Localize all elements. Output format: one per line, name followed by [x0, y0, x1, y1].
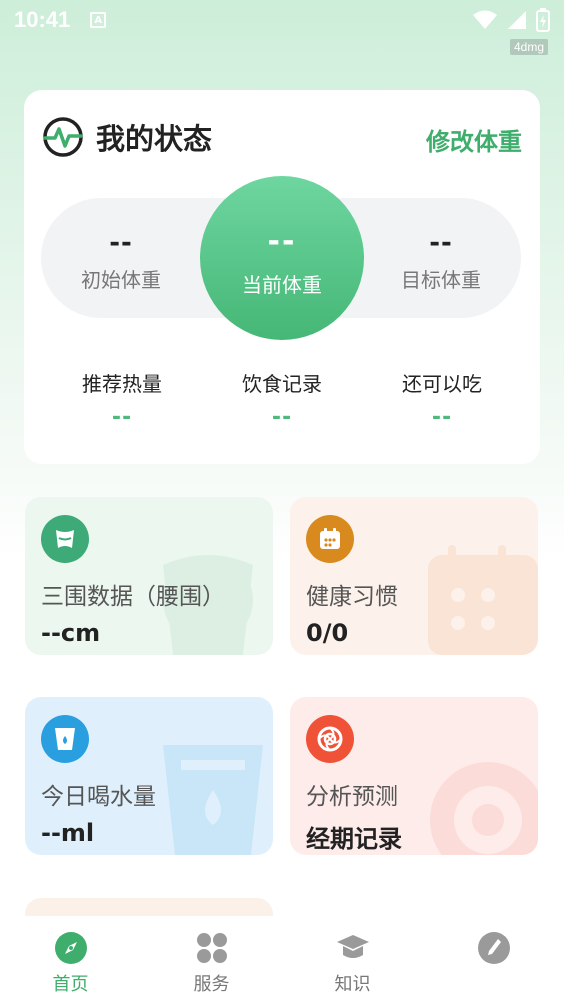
stat-value: -- — [431, 405, 453, 430]
remaining-calories: 还可以吃 -- — [362, 368, 522, 430]
stat-label: 饮食记录 — [242, 372, 322, 396]
tab-knowledge[interactable]: 知识 — [282, 916, 423, 1004]
period-label: 分析预测 — [306, 784, 398, 810]
initial-weight: -- 初始体重 — [41, 228, 201, 293]
grid-icon — [196, 933, 227, 963]
heartbeat-icon — [43, 117, 83, 157]
watermark: 4dmg — [509, 39, 548, 55]
tab-knowledge-label: 知识 — [334, 974, 371, 995]
health-habit-tile[interactable]: 健康习惯 0/0 — [290, 497, 538, 655]
habit-value: 0/0 — [306, 619, 349, 647]
calendar-icon — [306, 515, 354, 563]
water-intake-tile[interactable]: 今日喝水量 --ml — [25, 697, 273, 855]
water-label: 今日喝水量 — [41, 784, 156, 810]
stat-value: -- — [271, 405, 293, 430]
calendar-decoration-icon — [428, 545, 538, 655]
tab-discover[interactable] — [423, 916, 564, 1004]
wifi-icon — [473, 10, 497, 29]
cup-decoration-icon — [163, 745, 263, 855]
recommended-calories: 推荐热量 -- — [42, 368, 202, 430]
waist-value: --cm — [41, 619, 101, 647]
tab-service[interactable]: 服务 — [141, 916, 282, 1004]
flower-icon — [306, 715, 354, 763]
tab-home-label: 首页 — [52, 974, 89, 995]
habit-label: 健康习惯 — [306, 584, 398, 610]
water-cup-icon — [41, 715, 89, 763]
target-weight-value: -- — [429, 228, 453, 258]
waist-measurement-tile[interactable]: 三围数据（腰围） --cm — [25, 497, 273, 655]
target-weight-label: 目标体重 — [401, 268, 481, 292]
signal-icon — [508, 11, 526, 29]
water-value: --ml — [41, 819, 95, 847]
calorie-stats: 推荐热量 -- 饮食记录 -- 还可以吃 -- — [42, 368, 522, 430]
initial-weight-value: -- — [109, 228, 133, 258]
status-card-title: 我的状态 — [96, 122, 213, 156]
stat-value: -- — [111, 405, 133, 430]
tab-home[interactable]: 首页 — [0, 916, 141, 1004]
tab-service-label: 服务 — [193, 974, 230, 995]
flower-decoration-icon — [430, 762, 538, 855]
period-record-tile[interactable]: 分析预测 经期记录 — [290, 697, 538, 855]
waist-icon — [41, 515, 89, 563]
battery-icon — [536, 8, 550, 32]
initial-weight-label: 初始体重 — [81, 268, 161, 292]
graduation-cap-icon — [336, 935, 369, 958]
waist-label: 三围数据（腰围） — [41, 584, 225, 610]
status-icons — [472, 8, 550, 32]
pen-icon — [477, 932, 510, 964]
edit-weight-button[interactable]: 修改体重 — [426, 122, 522, 157]
target-weight[interactable]: -- 目标体重 — [361, 228, 521, 293]
my-status-card: 我的状态 修改体重 -- 初始体重 -- 目标体重 -- 当前体重 推荐热量 -… — [24, 90, 540, 464]
period-value: 经期记录 — [306, 825, 402, 853]
status-time: 10:41 — [14, 7, 71, 32]
bottom-tab-bar: 首页 服务 知识 — [0, 916, 564, 1004]
stat-label: 推荐热量 — [82, 372, 162, 396]
stat-label: 还可以吃 — [402, 372, 482, 396]
diet-record[interactable]: 饮食记录 -- — [202, 368, 362, 430]
compass-icon — [54, 932, 87, 964]
current-weight-value: -- — [267, 224, 297, 259]
status-bar: 10:41 A — [0, 0, 564, 40]
status-card-header: 我的状态 — [42, 116, 212, 158]
current-weight-circle[interactable]: -- 当前体重 — [200, 176, 364, 340]
notification-badge: A — [90, 12, 107, 28]
current-weight-label: 当前体重 — [242, 273, 322, 297]
